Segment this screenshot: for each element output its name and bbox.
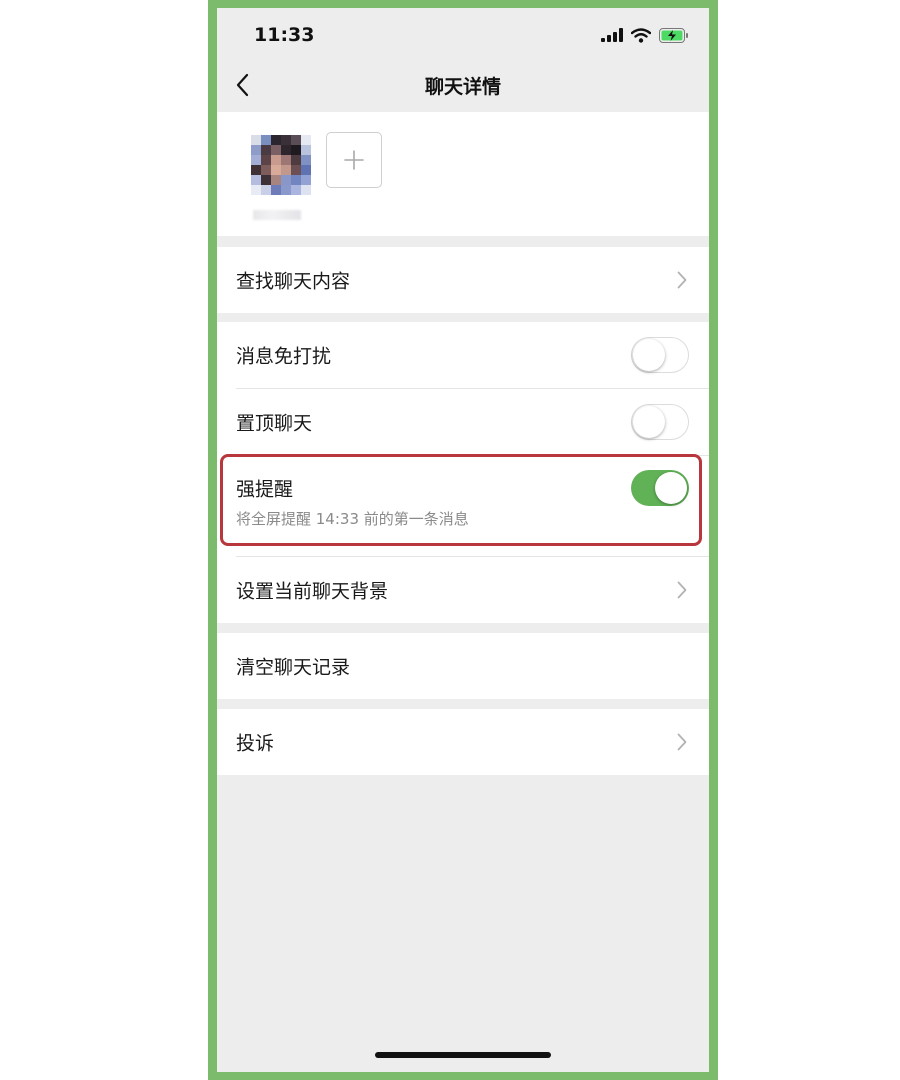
chat-background-label: 设置当前聊天背景 bbox=[236, 580, 389, 603]
search-chat-label: 查找聊天内容 bbox=[236, 270, 351, 293]
phone-screen: 11:33 聊天详情 查找聊天内容 消息免打扰 置顶聊天 强提醒 将全屏提醒 1… bbox=[217, 8, 709, 1072]
search-chat-row[interactable]: 查找聊天内容 bbox=[217, 247, 709, 313]
chevron-right-icon bbox=[677, 581, 687, 599]
clear-history-row[interactable]: 清空聊天记录 bbox=[217, 633, 709, 699]
mute-row: 消息免打扰 bbox=[217, 322, 709, 388]
search-section: 查找聊天内容 bbox=[217, 247, 709, 313]
home-indicator[interactable] bbox=[375, 1052, 551, 1058]
toggle-knob bbox=[633, 339, 665, 371]
pin-toggle[interactable] bbox=[631, 404, 689, 440]
report-row[interactable]: 投诉 bbox=[217, 709, 709, 775]
avatar[interactable] bbox=[251, 135, 311, 195]
highlight-box bbox=[220, 454, 702, 546]
clear-section: 清空聊天记录 bbox=[217, 633, 709, 699]
mute-toggle[interactable] bbox=[631, 337, 689, 373]
chat-background-row[interactable]: 设置当前聊天背景 bbox=[217, 557, 709, 623]
mute-label: 消息免打扰 bbox=[236, 345, 332, 368]
page-title: 聊天详情 bbox=[424, 76, 501, 98]
status-icons bbox=[601, 27, 689, 43]
clear-history-label: 清空聊天记录 bbox=[236, 656, 351, 679]
pin-label: 置顶聊天 bbox=[236, 412, 313, 435]
battery-charging-icon bbox=[659, 27, 688, 43]
signal-icon bbox=[601, 28, 623, 42]
status-time: 11:33 bbox=[254, 24, 315, 46]
chevron-right-icon bbox=[677, 733, 687, 751]
toggle-knob bbox=[633, 406, 665, 438]
pin-row: 置顶聊天 bbox=[217, 389, 709, 455]
plus-icon bbox=[344, 150, 364, 170]
chevron-right-icon bbox=[677, 271, 687, 289]
member-name bbox=[253, 210, 301, 220]
add-member-button[interactable] bbox=[326, 132, 382, 188]
wifi-icon bbox=[631, 27, 651, 43]
report-section: 投诉 bbox=[217, 709, 709, 775]
report-label: 投诉 bbox=[236, 732, 275, 755]
